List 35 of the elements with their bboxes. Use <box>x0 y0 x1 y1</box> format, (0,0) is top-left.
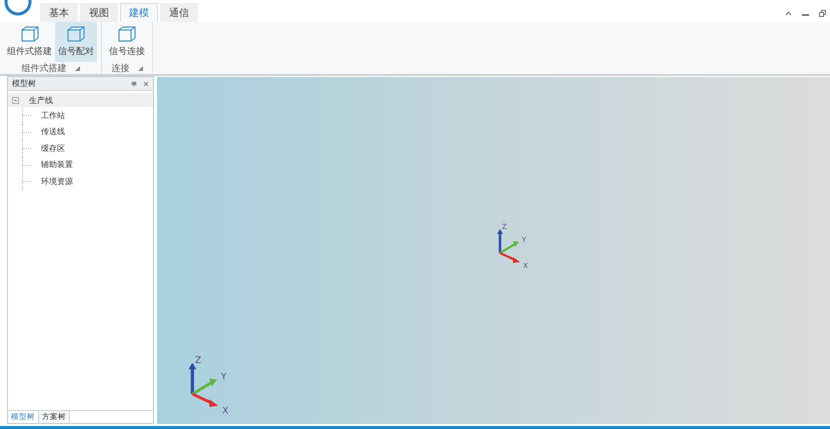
dialog-launcher-icon[interactable] <box>138 66 142 70</box>
x-axis-arrow <box>500 252 520 263</box>
group-label: 组件式搭建 <box>22 62 66 74</box>
ribbon-tab[interactable]: 视图 <box>80 3 118 22</box>
tree-item[interactable]: 辅助装置 <box>41 159 73 170</box>
pin-icon[interactable] <box>131 80 137 86</box>
y-axis-arrow <box>192 378 218 396</box>
tree-item[interactable]: 生产线 <box>8 93 153 107</box>
group-label: 连接 <box>112 62 130 74</box>
x-axis-arrow <box>192 392 218 407</box>
z-axis-arrow <box>497 229 503 253</box>
ribbon-tab[interactable]: 建模 <box>120 3 158 22</box>
tree-item[interactable]: 环境资源 <box>41 176 73 187</box>
y-axis-arrow <box>499 241 519 254</box>
z-axis-arrow <box>188 362 196 394</box>
ribbon-tab[interactable]: 通信 <box>160 3 198 22</box>
axis-label: X <box>222 406 229 415</box>
tree-item[interactable]: 传送线 <box>41 126 65 138</box>
panel-title: 模型树 <box>12 78 37 89</box>
dialog-launcher-icon[interactable] <box>74 66 80 70</box>
ribbon-button[interactable]: 组件式搭建 <box>4 22 55 62</box>
axis-label: Z <box>195 356 202 366</box>
ribbon-button[interactable]: 信号配对 <box>55 22 97 62</box>
expander-icon[interactable] <box>12 96 19 104</box>
close-icon[interactable] <box>143 80 149 86</box>
tree-item[interactable]: 缓存区 <box>41 142 65 154</box>
collapse-icon[interactable] <box>785 10 792 16</box>
cube-icon <box>20 26 38 42</box>
axis-label: Y <box>221 372 227 383</box>
cube-icon <box>67 26 85 42</box>
ribbon-button[interactable]: 信号连接 <box>106 22 148 62</box>
cube-icon <box>118 26 136 42</box>
tree-item[interactable]: 工作站 <box>41 110 65 121</box>
restore-icon[interactable] <box>819 10 826 17</box>
ribbon-tab[interactable]: 基本 <box>40 3 78 22</box>
